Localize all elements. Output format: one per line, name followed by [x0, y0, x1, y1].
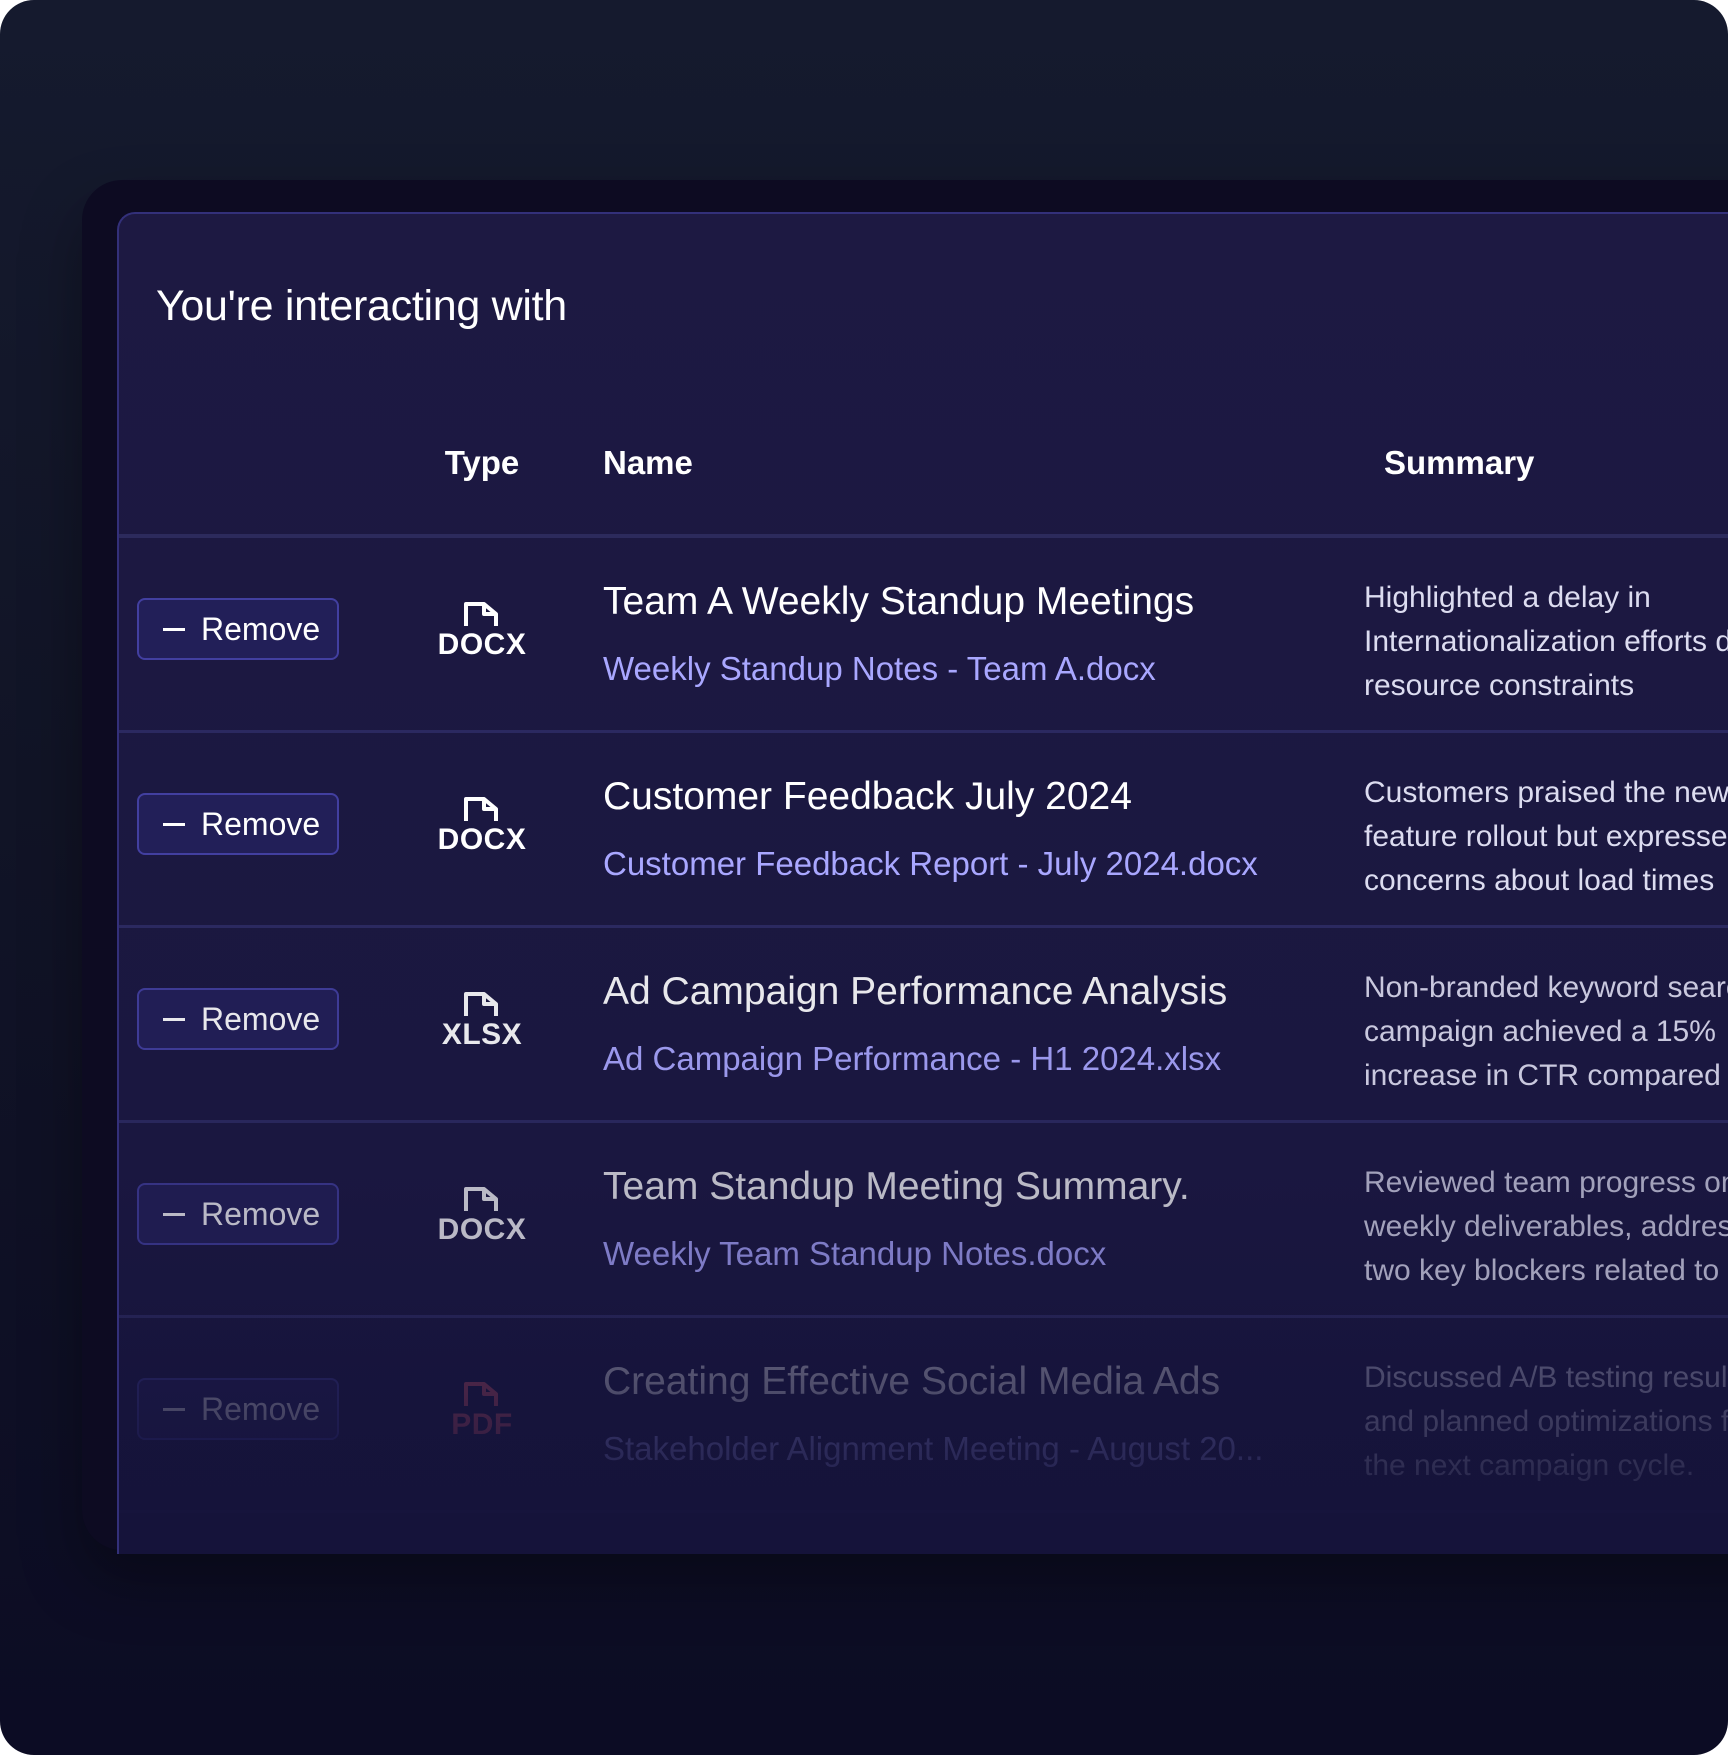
- remove-button-label: Remove: [201, 1000, 321, 1037]
- file-type-label: PDF: [451, 1408, 513, 1441]
- document-summary: Highlighted a delay in Internationalizat…: [1364, 581, 1728, 702]
- remove-button[interactable]: Remove: [137, 1378, 339, 1440]
- minus-icon: [163, 1017, 185, 1021]
- document-title[interactable]: Ad Campaign Performance Analysis: [603, 970, 1227, 1014]
- document-title[interactable]: Creating Effective Social Media Ads: [603, 1360, 1220, 1404]
- minus-icon: [163, 1212, 185, 1216]
- remove-button-label: Remove: [201, 805, 321, 842]
- column-header-type: Type: [444, 444, 520, 481]
- minus-icon: [163, 1407, 185, 1411]
- file-icon: [464, 602, 498, 626]
- file-type-label: DOCX: [437, 628, 527, 661]
- file-icon: [464, 1187, 498, 1211]
- document-filename-link[interactable]: Ad Campaign Performance - H1 2024.xlsx: [603, 1040, 1221, 1078]
- table-row: Remove DOCX Team Standup Meeting Summary…: [119, 1123, 1728, 1318]
- file-type-badge: DOCX: [432, 795, 532, 855]
- app-background: You're interacting with Type Name Summar…: [0, 0, 1728, 1755]
- file-type-badge: PDF: [432, 1380, 532, 1440]
- document-filename-link[interactable]: Weekly Team Standup Notes.docx: [603, 1235, 1106, 1273]
- file-type-badge: XLSX: [432, 990, 532, 1050]
- file-icon: [464, 797, 498, 821]
- file-type-label: DOCX: [437, 1213, 527, 1246]
- document-summary: Reviewed team progress on weekly deliver…: [1364, 1166, 1728, 1287]
- file-type-badge: DOCX: [432, 600, 532, 660]
- remove-button-label: Remove: [201, 1390, 321, 1427]
- panel-title: You're interacting with: [156, 282, 567, 330]
- remove-button-label: Remove: [201, 1195, 321, 1232]
- context-panel: You're interacting with Type Name Summar…: [117, 212, 1728, 1554]
- remove-button[interactable]: Remove: [137, 988, 339, 1050]
- document-summary: Customers praised the new feature rollou…: [1364, 776, 1728, 897]
- file-type-label: XLSX: [441, 1018, 523, 1051]
- table-row: Remove DOCX Team A Weekly Standup Meetin…: [119, 538, 1728, 733]
- document-summary: Non-branded keyword search campaign achi…: [1364, 971, 1728, 1092]
- document-filename-link[interactable]: Stakeholder Alignment Meeting - August 2…: [603, 1430, 1263, 1468]
- minus-icon: [163, 627, 185, 631]
- file-type-label: DOCX: [437, 823, 527, 856]
- remove-button[interactable]: Remove: [137, 793, 339, 855]
- column-header-name: Name: [603, 444, 693, 481]
- remove-button[interactable]: Remove: [137, 1183, 339, 1245]
- document-filename-link[interactable]: Weekly Standup Notes - Team A.docx: [603, 650, 1156, 688]
- document-title[interactable]: Customer Feedback July 2024: [603, 775, 1132, 819]
- document-list: Remove DOCX Team A Weekly Standup Meetin…: [119, 538, 1728, 1513]
- document-title[interactable]: Team A Weekly Standup Meetings: [603, 580, 1194, 624]
- file-type-badge: DOCX: [432, 1185, 532, 1245]
- remove-button-label: Remove: [201, 610, 321, 647]
- document-filename-link[interactable]: Customer Feedback Report - July 2024.doc…: [603, 845, 1258, 883]
- table-row: Remove DOCX Customer Feedback July 2024 …: [119, 733, 1728, 928]
- file-icon: [464, 992, 498, 1016]
- remove-button[interactable]: Remove: [137, 598, 339, 660]
- document-summary: Discussed A/B testing results and planne…: [1364, 1361, 1728, 1482]
- minus-icon: [163, 822, 185, 826]
- table-row: Remove XLSX Ad Campaign Performance Anal…: [119, 928, 1728, 1123]
- document-title[interactable]: Team Standup Meeting Summary.: [603, 1165, 1190, 1209]
- table-row: Remove PDF Creating Effective Social Med…: [119, 1318, 1728, 1513]
- column-header-summary: Summary: [1384, 444, 1535, 481]
- file-icon: [464, 1382, 498, 1406]
